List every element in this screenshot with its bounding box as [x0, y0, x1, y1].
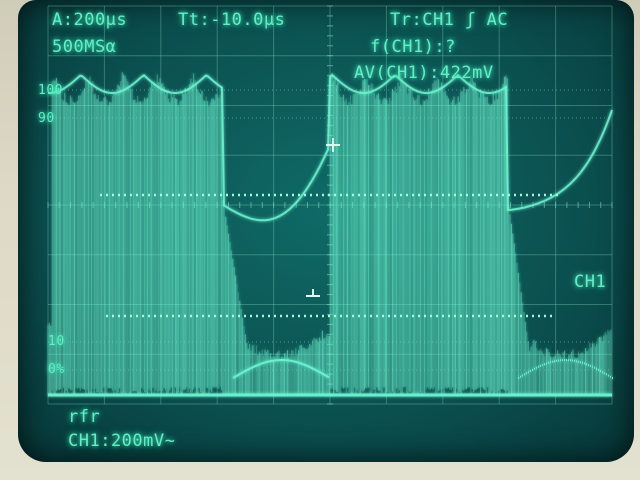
graticule-grid: [48, 6, 612, 404]
trigger-time-readout: Tt:-10.0µs: [178, 10, 285, 30]
sample-rate-readout: 500MSα: [52, 37, 116, 57]
level-0-label: 0%: [48, 362, 65, 377]
frequency-measurement: f(CH1):?: [370, 37, 456, 57]
level-90-label: 90: [38, 111, 55, 126]
ch1-vertical-setting: CH1:200mV~: [68, 431, 175, 451]
ch1-marker: CH1: [574, 272, 606, 292]
ch1-waveform-trace: [48, 72, 613, 395]
level-100-label: 100: [38, 83, 63, 98]
level-10-label: 10: [48, 334, 65, 349]
oscilloscope-screen: A:200µs Tt:-10.0µs Tr:CH1 ʃ AC 500MSα f(…: [18, 0, 634, 462]
average-measurement: AV(CH1):422mV: [354, 63, 494, 83]
waveform-display: [18, 0, 634, 462]
trigger-readout: Tr:CH1 ʃ AC: [390, 10, 508, 30]
acquisition-mode-label: rfr: [68, 407, 100, 427]
timebase-readout: A:200µs: [52, 10, 127, 30]
